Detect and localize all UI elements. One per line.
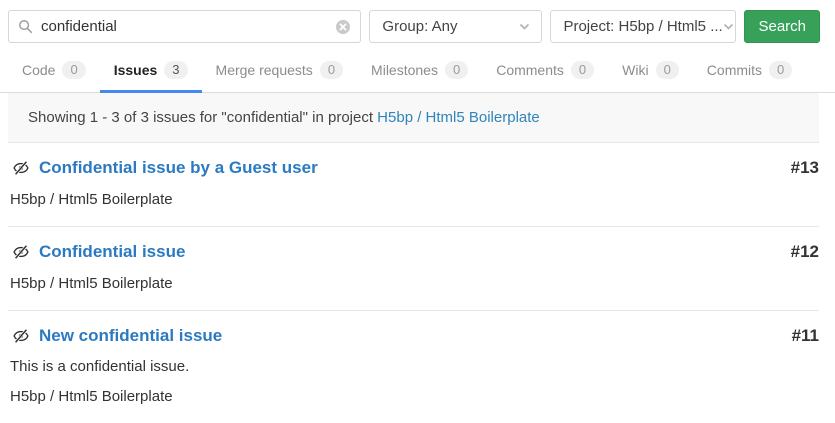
result-title-link[interactable]: Confidential issue [39,242,185,262]
result-project: H5bp / Html5 Boilerplate [8,275,819,292]
tab-comments[interactable]: Comments 0 [482,47,608,93]
tab-count-badge: 3 [164,61,187,79]
result-row: New confidential issue #11 This is a con… [8,311,819,423]
tab-count-badge: 0 [445,61,468,79]
clear-search-icon[interactable] [335,19,351,35]
tab-count-badge: 0 [320,61,343,79]
tab-label: Merge requests [216,62,313,78]
results-summary-text: Showing 1 - 3 of 3 issues for "confident… [28,109,373,126]
tab-wiki[interactable]: Wiki 0 [608,47,693,93]
tab-code[interactable]: Code 0 [8,47,100,93]
result-row: Confidential issue #12 H5bp / Html5 Boil… [8,227,819,311]
tab-label: Milestones [371,62,438,78]
project-filter-value: Project: H5bp / Html5 ... [563,18,722,35]
result-description: This is a confidential issue. [8,358,819,375]
result-project: H5bp / Html5 Boilerplate [8,191,819,208]
group-filter-value: Group: Any [382,18,457,35]
summary-project-link[interactable]: H5bp / Html5 Boilerplate [377,109,540,126]
tab-count-badge: 0 [769,61,792,79]
project-filter-dropdown[interactable]: Project: H5bp / Html5 ... [550,10,736,43]
issue-number: #13 [791,158,819,178]
search-button[interactable]: Search [744,10,820,43]
search-scope-tabs: Code 0 Issues 3 Merge requests 0 Milesto… [0,47,835,93]
tab-label: Wiki [622,62,648,78]
tab-label: Code [22,62,55,78]
issue-number: #11 [792,326,819,346]
chevron-down-icon [723,23,734,31]
tab-label: Commits [707,62,762,78]
tab-label: Comments [496,62,564,78]
search-results-list: Confidential issue by a Guest user #13 H… [8,143,819,423]
chevron-down-icon [519,23,530,31]
confidential-eye-slash-icon [12,244,30,260]
tab-issues[interactable]: Issues 3 [100,47,202,93]
result-title-link[interactable]: New confidential issue [39,326,222,346]
tab-label: Issues [114,62,158,78]
search-filter-bar: Group: Any Project: H5bp / Html5 ... Sea… [0,0,835,43]
tab-merge-requests[interactable]: Merge requests 0 [202,47,358,93]
search-input[interactable] [33,18,335,35]
search-icon [18,19,33,34]
issue-number: #12 [791,242,819,262]
result-title-link[interactable]: Confidential issue by a Guest user [39,158,318,178]
search-box[interactable] [8,10,361,43]
results-summary: Showing 1 - 3 of 3 issues for "confident… [8,93,819,143]
result-project: H5bp / Html5 Boilerplate [8,388,819,405]
tab-count-badge: 0 [571,61,594,79]
confidential-eye-slash-icon [12,160,30,176]
result-row: Confidential issue by a Guest user #13 H… [8,143,819,227]
group-filter-dropdown[interactable]: Group: Any [369,10,542,43]
tab-count-badge: 0 [656,61,679,79]
confidential-eye-slash-icon [12,328,30,344]
tab-milestones[interactable]: Milestones 0 [357,47,482,93]
tab-commits[interactable]: Commits 0 [693,47,806,93]
tab-count-badge: 0 [62,61,85,79]
